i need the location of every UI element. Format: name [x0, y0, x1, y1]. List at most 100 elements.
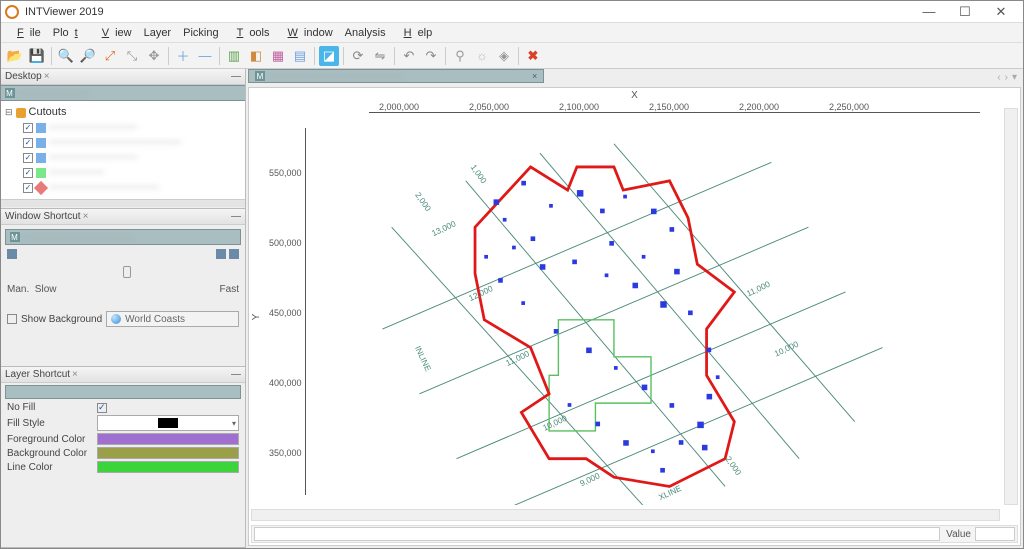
close-button[interactable]: ✕: [983, 2, 1019, 22]
tree-item[interactable]: ✓—————: [23, 165, 241, 180]
close-tab-icon[interactable]: ×: [532, 71, 537, 81]
zoom-in-icon[interactable]: 🔍: [56, 46, 76, 66]
ws-mode-b-icon[interactable]: [216, 249, 226, 259]
zoom-area-icon[interactable]: ⤢: [100, 46, 120, 66]
zoom-out-icon[interactable]: 🔎: [78, 46, 98, 66]
vertical-scrollbar[interactable]: [1004, 108, 1018, 505]
minimize-panel-icon[interactable]: —: [231, 369, 241, 380]
desktop-tree[interactable]: ⊟ Cutouts ✓———————— ✓———————————— ✓—————…: [1, 101, 245, 199]
menu-view[interactable]: View: [90, 27, 138, 39]
checkbox-icon[interactable]: ✓: [23, 123, 33, 133]
ls-layer-tag[interactable]: [5, 385, 241, 399]
pin-icon[interactable]: ⚲: [450, 46, 470, 66]
x-tick: 2,150,000: [649, 102, 689, 112]
value-bar: Value: [251, 525, 1018, 543]
chart-icon[interactable]: ▥: [224, 46, 244, 66]
desktop-layer-tag[interactable]: M ———————: [1, 85, 245, 101]
menu-layer[interactable]: Layer: [138, 27, 178, 39]
ws-mode-a-icon[interactable]: [7, 249, 17, 259]
show-bg-checkbox[interactable]: [7, 314, 17, 324]
y-axis-label: Y: [251, 313, 262, 320]
minimize-button[interactable]: —: [911, 2, 947, 22]
checkbox-icon[interactable]: ✓: [23, 183, 33, 193]
delete-icon[interactable]: ✖: [523, 46, 543, 66]
palette-icon[interactable]: ▦: [268, 46, 288, 66]
fg-color-picker[interactable]: [97, 433, 239, 445]
remove-icon[interactable]: —: [195, 46, 215, 66]
tree-root[interactable]: ⊟ Cutouts: [5, 105, 241, 120]
tree-item[interactable]: ✓————————: [23, 150, 241, 165]
open-icon[interactable]: 📂: [5, 46, 25, 66]
ws-panel-title: Window Shortcut: [5, 211, 81, 222]
pan-icon[interactable]: ✥: [144, 46, 164, 66]
flip-icon[interactable]: ⇋: [370, 46, 390, 66]
ws-panel-header[interactable]: Window Shortcut × —: [1, 209, 245, 225]
add-icon[interactable]: ＋: [173, 46, 193, 66]
menu-file[interactable]: File: [5, 27, 47, 39]
undo-icon[interactable]: ↶: [399, 46, 419, 66]
svg-text:11,000: 11,000: [745, 279, 772, 299]
fillstyle-dropdown[interactable]: ▾: [97, 415, 239, 431]
layers-icon[interactable]: ▤: [290, 46, 310, 66]
maximize-button[interactable]: ☐: [947, 2, 983, 22]
speed-slider[interactable]: [7, 270, 239, 274]
x-tick: 2,050,000: [469, 102, 509, 112]
zoom-reset-icon[interactable]: ⤡: [122, 46, 142, 66]
x-axis-label: X: [631, 90, 638, 101]
value-label: Value: [942, 529, 975, 540]
menu-window[interactable]: Window: [276, 27, 339, 39]
nofill-checkbox[interactable]: ✓: [97, 403, 107, 413]
close-icon[interactable]: ×: [83, 211, 89, 222]
rotate-icon[interactable]: ⟳: [348, 46, 368, 66]
minimize-panel-icon[interactable]: —: [231, 71, 241, 82]
tree-item[interactable]: ✓————————: [23, 120, 241, 135]
slow-label: Slow: [35, 284, 57, 295]
menu-tools[interactable]: Tools: [225, 27, 276, 39]
line-color-picker[interactable]: [97, 461, 239, 473]
highlight-icon[interactable]: ◪: [319, 46, 339, 66]
ls-panel-header[interactable]: Layer Shortcut × —: [1, 367, 245, 383]
app-window: INTViewer 2019 — ☐ ✕ File Plot View Laye…: [0, 0, 1024, 549]
plot-area[interactable]: 13,000 12,000 11,000 10,000 9,000 11,000…: [304, 116, 998, 505]
redo-icon[interactable]: ↷: [421, 46, 441, 66]
desktop-panel-title: Desktop: [5, 71, 42, 82]
bulb-icon[interactable]: ☼: [472, 46, 492, 66]
bg-label: Background Color: [7, 448, 97, 459]
tree-item[interactable]: ✓————————————: [23, 135, 241, 150]
svg-text:2,000: 2,000: [723, 454, 743, 477]
menu-help[interactable]: Help: [392, 27, 439, 39]
checkbox-icon[interactable]: ✓: [23, 153, 33, 163]
layer-shortcut-panel: Layer Shortcut × — No Fill✓ Fill Style ▾…: [1, 367, 245, 548]
layer-m-icon: M: [10, 232, 20, 242]
svg-text:10,000: 10,000: [773, 339, 801, 359]
tab-nav[interactable]: ‹›▾: [991, 69, 1023, 85]
globe-icon: [111, 314, 121, 324]
save-icon[interactable]: 💾: [27, 46, 47, 66]
horizontal-scrollbar[interactable]: [251, 509, 1000, 521]
close-icon[interactable]: ×: [72, 369, 78, 380]
menu-picking[interactable]: Picking: [177, 27, 224, 39]
desktop-panel-header[interactable]: Desktop × —: [1, 69, 245, 85]
close-icon[interactable]: ×: [44, 71, 50, 82]
map-viewport[interactable]: X Y 2,000,000 2,050,000 2,100,000 2,150,…: [248, 87, 1021, 546]
menu-analysis[interactable]: Analysis: [339, 27, 392, 39]
x-tick: 2,200,000: [739, 102, 779, 112]
map-tab[interactable]: M ——————————————— ×: [248, 69, 544, 83]
tree-scrollbar[interactable]: [1, 199, 245, 207]
ws-layer-tag[interactable]: M ———————————: [5, 229, 241, 245]
minimize-panel-icon[interactable]: —: [231, 211, 241, 222]
bg-color-picker[interactable]: [97, 447, 239, 459]
checkbox-icon[interactable]: ✓: [23, 138, 33, 148]
bg-dropdown[interactable]: World Coasts: [106, 311, 239, 327]
svg-text:13,000: 13,000: [430, 218, 458, 238]
window-shortcut-panel: Window Shortcut × — M ———————————: [1, 209, 245, 367]
tag-icon[interactable]: ◈: [494, 46, 514, 66]
map-pane: M ——————————————— × ‹›▾ X Y 2,000,000 2,…: [246, 69, 1023, 548]
menu-plot[interactable]: Plot: [47, 27, 90, 39]
ls-panel-title: Layer Shortcut: [5, 369, 70, 380]
checkbox-icon[interactable]: ✓: [23, 168, 33, 178]
chevron-down-icon: ▾: [232, 419, 236, 428]
3d-icon[interactable]: ◧: [246, 46, 266, 66]
tree-item[interactable]: ✓——————————: [23, 180, 241, 195]
ws-mode-c-icon[interactable]: [229, 249, 239, 259]
